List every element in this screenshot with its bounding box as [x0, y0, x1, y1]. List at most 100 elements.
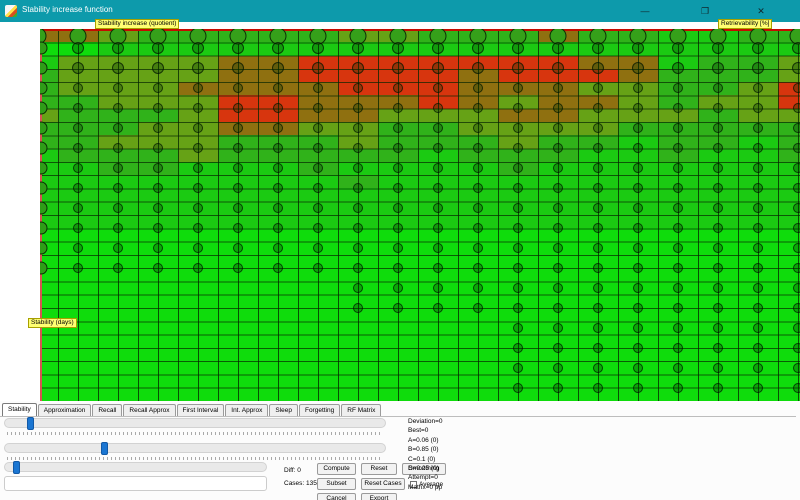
heatmap-cell	[258, 308, 298, 322]
heatmap-cell	[298, 374, 338, 388]
stat-line: C=0.1 (0)	[408, 455, 443, 464]
heatmap-cell	[618, 29, 658, 43]
heatmap-cell	[738, 321, 778, 335]
app-icon	[5, 5, 17, 17]
slider-thumb-1[interactable]	[27, 417, 34, 430]
compute-button[interactable]: Compute	[317, 463, 356, 475]
heatmap-cell	[778, 308, 800, 322]
tab-sleep[interactable]: Sleep	[269, 404, 298, 416]
heatmap-cell	[418, 188, 458, 202]
tab-int-approx[interactable]: Int. Approx	[225, 404, 268, 416]
heatmap-cell	[618, 95, 658, 109]
stat-line: D=0.25 (0)	[408, 464, 443, 473]
slider-thumb-3[interactable]	[13, 461, 20, 474]
heatmap-cell	[738, 29, 778, 43]
reset-cases-button[interactable]: Reset Cases	[361, 478, 405, 490]
heatmap-cell	[418, 388, 458, 402]
heatmap-cell	[418, 374, 458, 388]
heatmap-cell	[698, 188, 738, 202]
subset-button[interactable]: Subset	[317, 478, 356, 490]
parameter-slider-2[interactable]	[4, 443, 386, 453]
heatmap-cell	[178, 281, 218, 295]
heatmap-cell	[498, 361, 538, 375]
heatmap-cell	[418, 242, 458, 256]
heatmap-cell	[178, 149, 218, 163]
heatmap-cell	[218, 388, 258, 402]
heatmap-cell	[378, 295, 418, 309]
tab-stability[interactable]: Stability	[2, 403, 37, 416]
export-button[interactable]: Export	[361, 493, 397, 500]
heatmap-cell	[218, 29, 258, 43]
heatmap-cell	[138, 348, 178, 362]
tab-forgetting[interactable]: Forgetting	[299, 404, 340, 416]
heatmap-cell	[258, 255, 298, 269]
tab-bar: StabilityApproximationRecallRecall Appro…	[2, 403, 382, 416]
tab-first-interval[interactable]: First Interval	[177, 404, 225, 416]
heatmap-cell	[98, 175, 138, 189]
heatmap-cell	[218, 56, 258, 70]
tab-recall-approx[interactable]: Recall Approx	[123, 404, 175, 416]
heatmap-cell	[738, 109, 778, 123]
heatmap-cell	[298, 242, 338, 256]
heatmap-cell	[138, 374, 178, 388]
heatmap-cell	[98, 335, 138, 349]
parameter-slider-3[interactable]	[4, 462, 267, 472]
reset-button[interactable]: Reset	[361, 463, 397, 475]
heatmap-cell	[298, 149, 338, 163]
heatmap-cell	[178, 361, 218, 375]
heatmap-cell	[538, 228, 578, 242]
heatmap-cell	[338, 109, 378, 123]
heatmap-cell	[738, 135, 778, 149]
heatmap-cell	[418, 335, 458, 349]
heatmap-cell	[178, 228, 218, 242]
heatmap-cell	[418, 348, 458, 362]
heatmap-cell	[578, 202, 618, 216]
heatmap-cell	[658, 388, 698, 402]
stability-heatmap-chart[interactable]	[40, 29, 800, 401]
heatmap-cell	[298, 202, 338, 216]
heatmap-cell	[618, 82, 658, 96]
slider-ticks-1	[7, 432, 383, 435]
control-panel: StabilityApproximationRecallRecall Appro…	[0, 401, 800, 500]
heatmap-cell	[98, 149, 138, 163]
heatmap-cell	[618, 321, 658, 335]
heatmap-cell	[218, 348, 258, 362]
heatmap-cell	[578, 335, 618, 349]
heatmap-cell	[378, 374, 418, 388]
stat-line: Attempt=0	[408, 473, 443, 482]
heatmap-cell	[698, 42, 738, 56]
heatmap-cell	[618, 281, 658, 295]
minimize-button[interactable]: —	[630, 0, 660, 22]
heatmap-cell	[338, 149, 378, 163]
heatmap-cell	[578, 109, 618, 123]
heatmap-cell	[538, 348, 578, 362]
heatmap-cell	[218, 255, 258, 269]
heatmap-cell	[40, 69, 58, 83]
heatmap-cell	[458, 242, 498, 256]
heatmap-cell	[698, 268, 738, 282]
heatmap-cell	[218, 215, 258, 229]
heatmap-cell	[298, 135, 338, 149]
tab-rf-matrix[interactable]: RF Matrix	[341, 404, 381, 416]
heatmap-cell	[538, 122, 578, 136]
heatmap-cell	[338, 175, 378, 189]
heatmap-cell	[40, 175, 58, 189]
maximize-button[interactable]: ❐	[690, 0, 720, 22]
heatmap-cell	[498, 374, 538, 388]
cancel-button[interactable]: Cancel	[317, 493, 356, 500]
heatmap-cell	[578, 135, 618, 149]
tab-approximation[interactable]: Approximation	[38, 404, 92, 416]
heatmap-cell	[498, 321, 538, 335]
heatmap-cell	[378, 308, 418, 322]
heatmap-cell	[258, 374, 298, 388]
heatmap-cell	[40, 255, 58, 269]
tab-recall[interactable]: Recall	[92, 404, 122, 416]
heatmap-cell	[778, 374, 800, 388]
heatmap-cell	[258, 242, 298, 256]
slider-thumb-2[interactable]	[101, 442, 108, 455]
heatmap-cell	[458, 255, 498, 269]
heatmap-cell	[738, 388, 778, 402]
heatmap-cell	[178, 69, 218, 83]
parameter-slider-1[interactable]	[4, 418, 386, 428]
heatmap-cell	[698, 175, 738, 189]
